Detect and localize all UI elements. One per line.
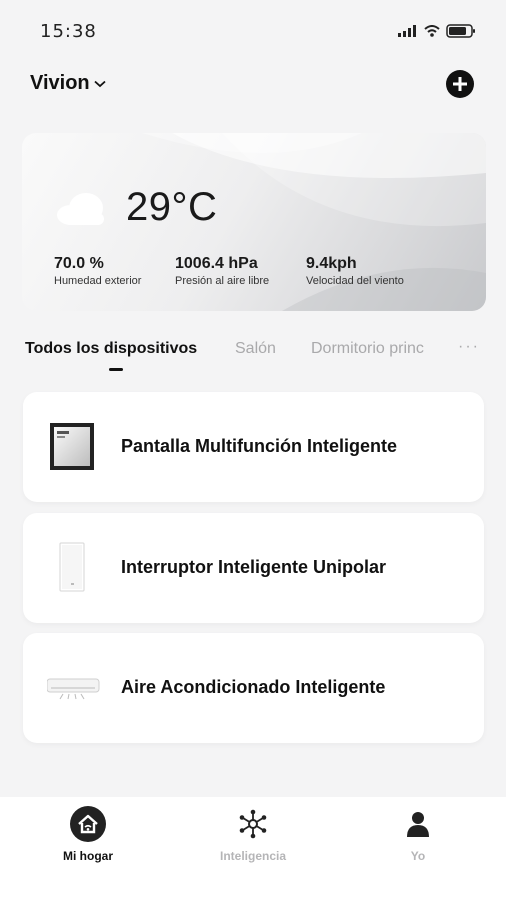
person-icon bbox=[407, 812, 429, 837]
device-card[interactable]: Aire Acondicionado Inteligente bbox=[23, 633, 484, 743]
home-name: Vivion bbox=[30, 72, 90, 94]
home-selector[interactable]: Vivion bbox=[30, 72, 106, 95]
nav-label: Yo bbox=[410, 849, 426, 863]
weather-card: 29°C 70.0 % Humedad exterior 1006.4 hPa … bbox=[22, 133, 486, 311]
status-bar: 15:38 bbox=[0, 0, 506, 62]
more-tabs-button[interactable]: ··· bbox=[458, 338, 480, 356]
multifunction-panel-icon bbox=[50, 423, 94, 470]
air-conditioner-icon bbox=[47, 678, 100, 700]
wind-value: 9.4kph bbox=[306, 255, 357, 272]
add-device-button[interactable] bbox=[446, 70, 474, 98]
tab-indicator bbox=[109, 368, 123, 371]
humidity-value: 70.0 % bbox=[54, 255, 104, 272]
home-icon bbox=[70, 806, 106, 842]
wind-stat: 9.4kph Velocidad del viento bbox=[306, 255, 404, 287]
bottom-nav: Mi hogar Inteligencia Yo bbox=[0, 797, 506, 900]
wind-label: Velocidad del viento bbox=[306, 275, 404, 287]
header: Vivion bbox=[0, 66, 506, 106]
device-name: Pantalla Multifunción Inteligente bbox=[121, 436, 398, 456]
device-name: Interruptor Inteligente Unipolar bbox=[121, 557, 387, 577]
chevron-down-icon bbox=[94, 80, 106, 87]
battery-icon bbox=[446, 24, 475, 38]
pressure-value: 1006.4 hPa bbox=[175, 255, 258, 272]
room-tabs: Todos los dispositivos Salón Dormitorio … bbox=[0, 338, 506, 378]
humidity-label: Humedad exterior bbox=[54, 275, 142, 287]
pressure-stat: 1006.4 hPa Presión al aire libre bbox=[175, 255, 269, 287]
status-icons bbox=[398, 24, 476, 38]
wall-switch-icon bbox=[59, 542, 85, 592]
device-card[interactable]: Pantalla Multifunción Inteligente bbox=[23, 392, 484, 502]
nav-inteligencia[interactable]: Inteligencia bbox=[193, 805, 313, 863]
pressure-label: Presión al aire libre bbox=[175, 275, 270, 287]
nav-label: Mi hogar bbox=[63, 849, 113, 863]
network-icon bbox=[239, 809, 267, 839]
device-card[interactable]: Interruptor Inteligente Unipolar bbox=[23, 513, 484, 623]
device-name: Aire Acondicionado Inteligente bbox=[121, 677, 386, 697]
cloud-icon bbox=[57, 193, 104, 225]
tab-all-devices[interactable]: Todos los dispositivos bbox=[25, 340, 197, 358]
wifi-icon bbox=[424, 25, 440, 37]
nav-yo[interactable]: Yo bbox=[358, 805, 478, 863]
nav-mi-hogar[interactable]: Mi hogar bbox=[28, 805, 148, 863]
tab-salon[interactable]: Salón bbox=[235, 340, 276, 358]
signal-icon bbox=[398, 25, 416, 37]
temperature: 29°C bbox=[126, 185, 218, 229]
humidity-stat: 70.0 % Humedad exterior bbox=[54, 255, 141, 287]
tab-dormitorio[interactable]: Dormitorio princ bbox=[311, 340, 424, 358]
status-time: 15:38 bbox=[40, 21, 97, 42]
nav-label: Inteligencia bbox=[219, 849, 287, 863]
